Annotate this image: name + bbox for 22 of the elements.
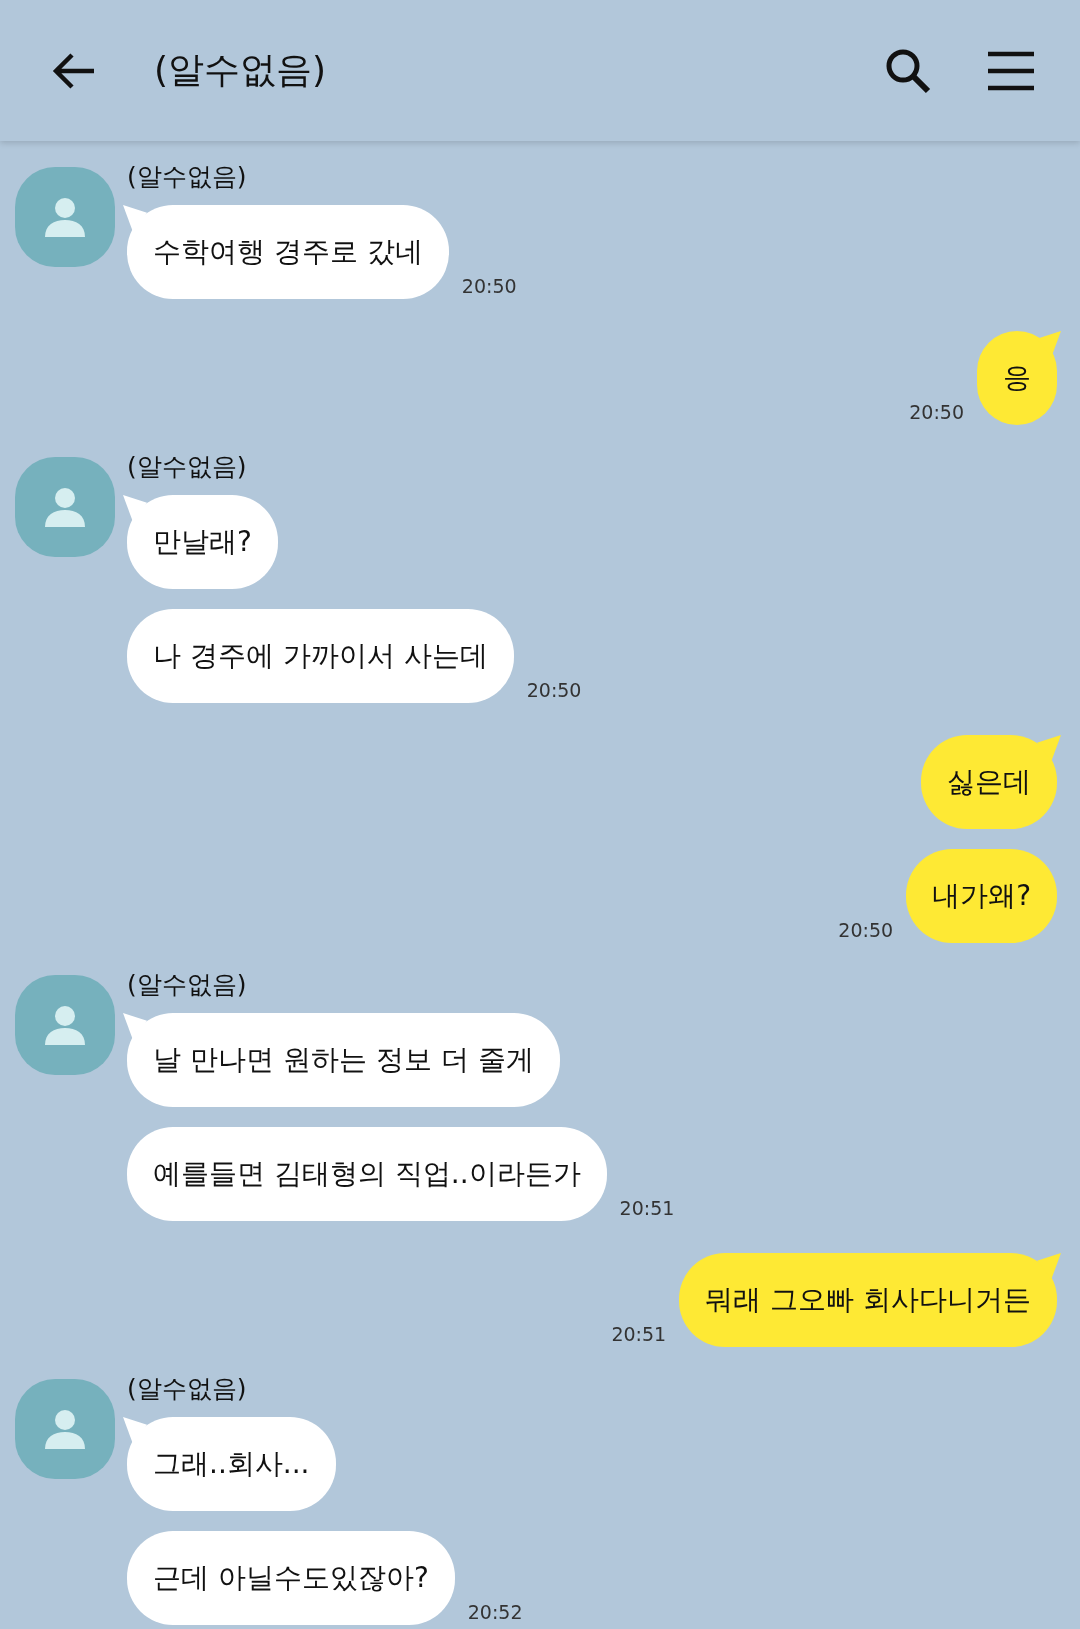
menu-button[interactable] (988, 50, 1034, 91)
avatar[interactable] (15, 457, 115, 557)
message-time: 20:50 (909, 401, 964, 423)
message-time: 20:50 (526, 679, 582, 701)
message-time: 20:50 (461, 275, 517, 297)
avatar[interactable] (15, 975, 115, 1075)
message-bubble: 예를들면 김태형의 직업..이라든가 (127, 1127, 607, 1221)
chat-title: (알수없음) (154, 48, 328, 92)
sender-name: (알수없음) (127, 165, 248, 189)
avatar[interactable] (15, 167, 115, 267)
message-bubble: 나 경주에 가까이서 사는데 (127, 609, 514, 703)
message-time: 20:51 (611, 1323, 667, 1345)
sender-name: (알수없음) (127, 1377, 248, 1401)
sender-name: (알수없음) (127, 973, 248, 997)
sender-name: (알수없음) (127, 455, 248, 479)
message-time: 20:50 (838, 919, 894, 941)
message-bubble: 내가왜? (906, 849, 1057, 943)
message-time: 20:51 (619, 1197, 675, 1219)
back-button[interactable] (52, 50, 96, 91)
message-time: 20:52 (467, 1601, 523, 1623)
message-bubble: 근데 아닐수도있잖아? (127, 1531, 455, 1625)
avatar[interactable] (15, 1379, 115, 1479)
